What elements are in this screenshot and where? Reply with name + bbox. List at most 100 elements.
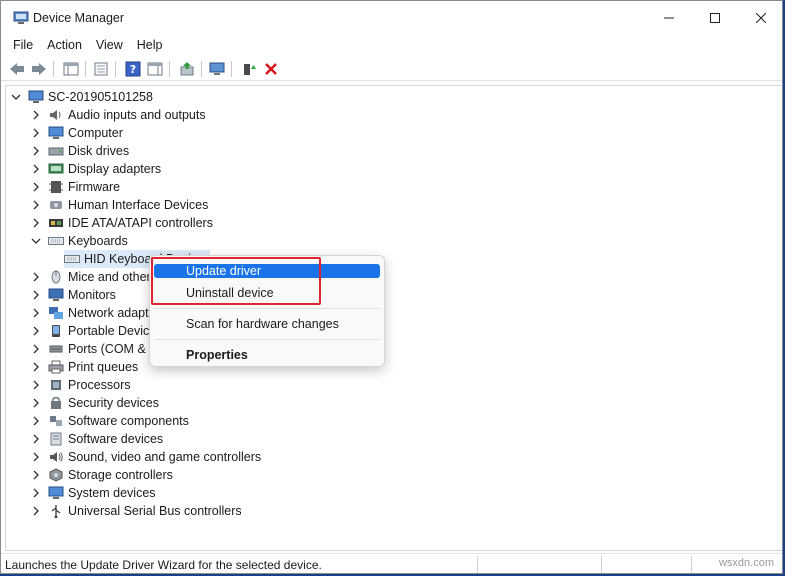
menu-help[interactable]: Help [130, 35, 170, 55]
chevron-right-icon[interactable] [30, 199, 42, 211]
tree-item-ide-ata-atapi-controllers[interactable]: IDE ATA/ATAPI controllers [30, 214, 213, 232]
chevron-right-icon[interactable] [30, 487, 42, 499]
tree-item-software-components[interactable]: Software components [30, 412, 189, 430]
chevron-right-icon[interactable] [30, 145, 42, 157]
tree-item-label: Mice and other [68, 270, 151, 284]
firmware-icon [48, 180, 64, 194]
processor-icon [48, 378, 64, 392]
chevron-right-icon[interactable] [30, 451, 42, 463]
storage-icon [48, 468, 64, 482]
device-tree[interactable]: SC-201905101258 Audio inputs and outputs… [5, 85, 782, 551]
chevron-right-icon[interactable] [30, 271, 42, 283]
chevron-down-icon[interactable] [30, 235, 42, 247]
hid-icon [48, 198, 64, 212]
show-hide-console-tree-button[interactable] [61, 59, 81, 79]
chevron-right-icon[interactable] [30, 469, 42, 481]
ctx-properties[interactable]: Properties [154, 348, 380, 362]
tree-item-label: Audio inputs and outputs [68, 108, 206, 122]
chevron-right-icon[interactable] [30, 343, 42, 355]
software-component-icon [48, 414, 64, 428]
tree-item-ports-com-l[interactable]: Ports (COM & L [30, 340, 156, 358]
tree-item-monitors[interactable]: Monitors [30, 286, 116, 304]
tree-item-label: Keyboards [68, 234, 128, 248]
back-button[interactable] [7, 59, 27, 79]
chevron-down-icon[interactable] [10, 91, 22, 103]
chevron-right-icon[interactable] [30, 181, 42, 193]
annotation-highlight-box [151, 257, 321, 305]
scan-hardware-icon [209, 62, 225, 75]
chevron-right-icon[interactable] [30, 505, 42, 517]
chevron-right-icon[interactable] [30, 379, 42, 391]
chevron-right-icon[interactable] [30, 109, 42, 121]
chevron-right-icon[interactable] [30, 307, 42, 319]
close-button[interactable] [738, 1, 782, 35]
tree-item-keyboards[interactable]: Keyboards [30, 232, 128, 250]
tree-item-system-devices[interactable]: System devices [30, 484, 156, 502]
uninstall-device-toolbar-button[interactable] [261, 59, 281, 79]
tree-item-label: Display adapters [68, 162, 162, 176]
tree-item-display-adapters[interactable]: Display adapters [30, 160, 161, 178]
tree-item-sound-video-and-game-controllers[interactable]: Sound, video and game controllers [30, 448, 261, 466]
portable-icon [48, 324, 64, 338]
properties-toolbar-button[interactable] [91, 59, 111, 79]
chevron-right-icon[interactable] [30, 415, 42, 427]
ctx-scan-hardware[interactable]: Scan for hardware changes [154, 317, 380, 331]
tree-root-label: SC-201905101258 [48, 90, 153, 104]
tree-item-print-queues[interactable]: Print queues [30, 358, 138, 376]
chevron-right-icon[interactable] [30, 289, 42, 301]
tree-item-label: Firmware [68, 180, 121, 194]
computer-icon [48, 126, 64, 140]
forward-arrow-icon [32, 63, 46, 75]
properties-icon [94, 62, 108, 76]
tree-item-audio-inputs-and-outputs[interactable]: Audio inputs and outputs [30, 106, 206, 124]
status-bar: Launches the Update Driver Wizard for th… [1, 553, 782, 573]
tree-item-label: Portable Device [68, 324, 157, 338]
action-pane-button[interactable] [145, 59, 165, 79]
menu-view[interactable]: View [89, 35, 130, 55]
maximize-button[interactable] [692, 1, 738, 35]
tree-item-storage-controllers[interactable]: Storage controllers [30, 466, 173, 484]
tree-item-label: System devices [68, 486, 156, 500]
tree-item-label: Universal Serial Bus controllers [68, 504, 242, 518]
chevron-right-icon[interactable] [30, 163, 42, 175]
help-icon: ? [125, 61, 141, 77]
menu-file[interactable]: File [1, 35, 40, 55]
forward-button[interactable] [29, 59, 49, 79]
tree-item-security-devices[interactable]: Security devices [30, 394, 159, 412]
tree-item-software-devices[interactable]: Software devices [30, 430, 163, 448]
tree-item-portable-device[interactable]: Portable Device [30, 322, 156, 340]
tree-item-universal-serial-bus-controllers[interactable]: Universal Serial Bus controllers [30, 502, 242, 520]
chevron-right-icon[interactable] [30, 127, 42, 139]
scan-hardware-toolbar-button[interactable] [207, 59, 227, 79]
tree-root[interactable]: SC-201905101258 [10, 88, 153, 106]
tree-item-computer[interactable]: Computer [30, 124, 123, 142]
chevron-right-icon[interactable] [30, 217, 42, 229]
chevron-right-icon[interactable] [30, 325, 42, 337]
tree-item-processors[interactable]: Processors [30, 376, 131, 394]
chevron-right-icon[interactable] [30, 433, 42, 445]
tree-item-label: Software devices [68, 432, 164, 446]
action-pane-icon [147, 62, 163, 76]
keyboard-icon [64, 252, 80, 266]
tree-item-mice-and-other[interactable]: Mice and other [30, 268, 151, 286]
software-device-icon [48, 432, 64, 446]
help-toolbar-button[interactable]: ? [123, 59, 143, 79]
tree-item-label: Security devices [68, 396, 160, 410]
network-icon [48, 306, 64, 320]
usb-icon [48, 504, 64, 518]
tree-item-label: Processors [68, 378, 131, 392]
chevron-right-icon[interactable] [30, 397, 42, 409]
ide-icon [48, 216, 64, 230]
update-driver-toolbar-button[interactable] [177, 59, 197, 79]
enable-device-toolbar-button[interactable] [239, 59, 259, 79]
tree-item-network-adapte[interactable]: Network adapte [30, 304, 156, 322]
disk-icon [48, 144, 64, 158]
tree-item-disk-drives[interactable]: Disk drives [30, 142, 129, 160]
menu-action[interactable]: Action [40, 35, 89, 55]
tree-item-human-interface-devices[interactable]: Human Interface Devices [30, 196, 208, 214]
tree-item-firmware[interactable]: Firmware [30, 178, 120, 196]
chevron-right-icon[interactable] [30, 361, 42, 373]
menu-bar: File Action View Help [1, 35, 782, 55]
uninstall-x-icon [265, 63, 277, 75]
minimize-button[interactable] [646, 1, 692, 35]
